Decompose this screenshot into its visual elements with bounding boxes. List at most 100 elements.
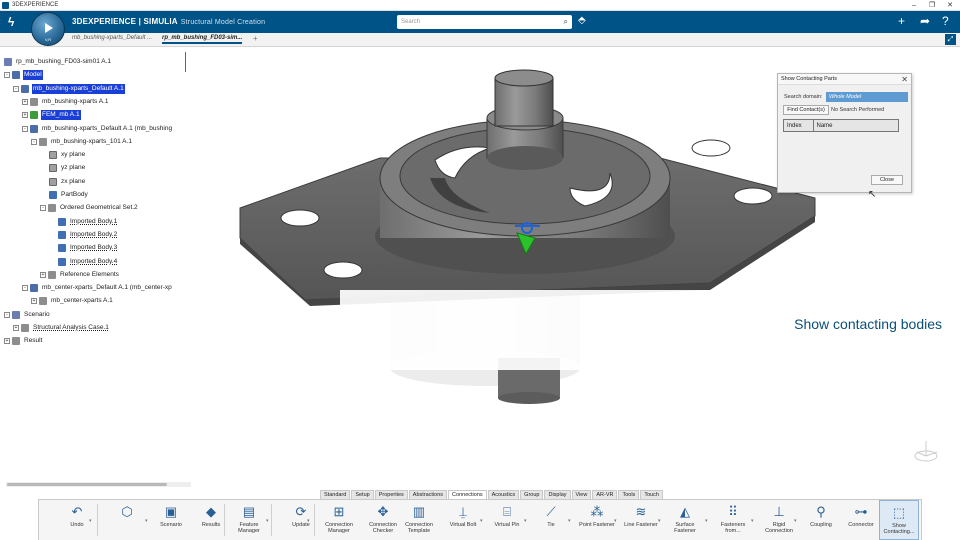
tree-node[interactable]: - Model bbox=[4, 70, 43, 81]
collapse-icon[interactable]: - bbox=[13, 85, 19, 92]
scrollbar-thumb[interactable] bbox=[7, 483, 167, 486]
action-results[interactable]: ◆ Results bbox=[191, 500, 231, 540]
tree-node[interactable]: xy plane bbox=[49, 150, 86, 160]
tree-node[interactable]: - mb_bushing-xparts_Default A.1 (mb_bushi… bbox=[22, 124, 173, 134]
action-line-fastener[interactable]: ≋ Line Fastener bbox=[621, 500, 661, 540]
tree-node[interactable]: - mb_bushing-xparts_Default A.1 bbox=[13, 83, 125, 94]
section-tab-ar-vr[interactable]: AR-VR bbox=[592, 490, 618, 499]
minimize-icon[interactable]: – bbox=[905, 0, 923, 11]
dropdown-arrow-icon[interactable]: ▾ bbox=[568, 518, 571, 524]
dropdown-arrow-icon[interactable]: ▾ bbox=[614, 518, 617, 524]
section-tab-abstractions[interactable]: Abstractions bbox=[408, 490, 448, 499]
section-tab-connections[interactable]: Connections bbox=[448, 490, 487, 499]
section-tab-view[interactable]: View bbox=[571, 490, 592, 499]
close-window-icon[interactable]: ✕ bbox=[941, 0, 959, 11]
tree-node[interactable]: + mb_bushing-xparts A.1 bbox=[22, 97, 109, 107]
dropdown-arrow-icon[interactable]: ▾ bbox=[307, 518, 310, 524]
action-update[interactable]: ⟳ Update bbox=[281, 500, 321, 540]
collapse-icon[interactable]: - bbox=[4, 311, 10, 318]
tree-node[interactable]: Imported Body.3 bbox=[58, 243, 118, 253]
action-connector[interactable]: ⊶ Connector bbox=[841, 500, 881, 540]
action-connection-template[interactable]: ▥ Connection Template bbox=[399, 500, 439, 540]
share-icon[interactable]: ➦ bbox=[920, 14, 930, 28]
tab-rp-mb-bushing[interactable]: rp_mb_bushing_FD03-sim... bbox=[162, 35, 243, 44]
dropdown-arrow-icon[interactable]: ▾ bbox=[524, 518, 527, 524]
tree-node[interactable]: + Structural Analysis Case.1 bbox=[13, 323, 110, 333]
tree-node[interactable]: - Scenario bbox=[4, 310, 51, 320]
tree-horizontal-scrollbar[interactable] bbox=[6, 482, 191, 487]
search-domain-select[interactable]: Whole Model bbox=[826, 92, 908, 102]
tree-node[interactable]: rp_mb_bushing_FD03-sim01 A.1 bbox=[4, 57, 112, 67]
action-coupling[interactable]: ⚲ Coupling bbox=[801, 500, 841, 540]
collapse-icon[interactable]: - bbox=[22, 125, 28, 132]
section-tab-tools[interactable]: Tools bbox=[618, 490, 640, 499]
tab-mb-bushing[interactable]: mb_bushing-xparts_Default ... bbox=[72, 35, 152, 41]
view-compass-icon[interactable] bbox=[912, 438, 940, 466]
dialog-close-icon[interactable]: ✕ bbox=[901, 74, 908, 85]
section-tab-acoustics[interactable]: Acoustics bbox=[487, 490, 520, 499]
tree-node[interactable]: + mb_center-xparts A.1 bbox=[31, 296, 114, 306]
fullscreen-icon[interactable]: ⤢ bbox=[945, 34, 956, 45]
action-model[interactable]: ⬡ bbox=[107, 500, 147, 540]
collapse-icon[interactable]: - bbox=[22, 285, 28, 292]
section-tab-touch[interactable]: Touch bbox=[640, 490, 663, 499]
expand-icon[interactable]: + bbox=[40, 271, 46, 278]
tree-node[interactable]: zx plane bbox=[49, 177, 86, 187]
dropdown-arrow-icon[interactable]: ▾ bbox=[266, 518, 269, 524]
dropdown-arrow-icon[interactable]: ▾ bbox=[480, 518, 483, 524]
section-tab-properties[interactable]: Properties bbox=[374, 490, 408, 499]
search-input[interactable]: Search ⌕ bbox=[397, 15, 572, 29]
expand-icon[interactable]: + bbox=[31, 298, 37, 305]
dropdown-arrow-icon[interactable]: ▾ bbox=[145, 518, 148, 524]
tree-node[interactable]: yz plane bbox=[49, 163, 86, 173]
dropdown-arrow-icon[interactable]: ▾ bbox=[705, 518, 708, 524]
tree-node[interactable]: - mb_bushing-xparts_101 A.1 bbox=[31, 137, 133, 147]
find-contacts-button[interactable]: Find Contact(s) bbox=[783, 105, 829, 115]
section-tab-setup[interactable]: Setup bbox=[351, 490, 374, 499]
results-table[interactable]: Index Name bbox=[783, 119, 899, 132]
help-icon[interactable]: ? bbox=[942, 14, 949, 28]
tree-node[interactable]: PartBody bbox=[49, 190, 89, 200]
expand-icon[interactable]: + bbox=[4, 338, 10, 345]
collapse-icon[interactable]: - bbox=[40, 205, 46, 212]
tree-node[interactable]: + Result bbox=[4, 336, 43, 346]
tree-node[interactable]: + FEM_mb A.1 bbox=[22, 110, 81, 121]
add-tab-icon[interactable]: + bbox=[253, 34, 258, 43]
action-surface-fastener[interactable]: ◭ Surface Fastener bbox=[665, 500, 705, 540]
section-tab-standard[interactable]: Standard bbox=[320, 490, 351, 499]
action-feature-manager[interactable]: ▤ Feature Manager bbox=[229, 500, 269, 540]
add-icon[interactable]: + bbox=[898, 14, 905, 28]
dropdown-arrow-icon[interactable]: ▾ bbox=[794, 518, 797, 524]
tree-splitter[interactable] bbox=[185, 52, 186, 72]
section-tab-display[interactable]: Display bbox=[544, 490, 571, 499]
show-contacting-parts-dialog[interactable]: Show Contacting Parts ✕ Search domain: W… bbox=[777, 73, 912, 193]
tree-node[interactable]: - mb_center-xparts_Default A.1 (mb_center… bbox=[22, 283, 173, 293]
search-icon[interactable]: ⌕ bbox=[564, 17, 568, 27]
dropdown-arrow-icon[interactable]: ▾ bbox=[89, 518, 92, 524]
expand-icon[interactable]: + bbox=[13, 325, 19, 331]
dropdown-arrow-icon[interactable]: ▾ bbox=[658, 518, 661, 524]
close-button[interactable]: Close bbox=[871, 175, 903, 185]
action-scenario[interactable]: ▣ Scenario bbox=[151, 500, 191, 540]
action-fasteners-from[interactable]: ⠿ Fasteners from... bbox=[713, 500, 753, 540]
expand-icon[interactable]: + bbox=[22, 112, 28, 119]
action-rigid-connection[interactable]: ⊥ Rigid Connection bbox=[759, 500, 799, 540]
expand-icon[interactable]: + bbox=[22, 98, 28, 105]
compass-icon[interactable]: V,R bbox=[31, 12, 65, 46]
tree-node[interactable]: Imported Body.1 bbox=[58, 217, 118, 227]
collapse-icon[interactable]: - bbox=[31, 138, 37, 145]
tree-node[interactable]: Imported Body.2 bbox=[58, 230, 118, 240]
tree-node[interactable]: - Ordered Geometrical Set.2 bbox=[40, 203, 139, 213]
dropdown-arrow-icon[interactable]: ▾ bbox=[751, 518, 754, 524]
action-tie[interactable]: ⟋ Tie bbox=[531, 500, 571, 540]
action-virtual-bolt[interactable]: ⍊ Virtual Bolt bbox=[443, 500, 483, 540]
action-show-contacting[interactable]: ⬚ Show Contacting... bbox=[879, 500, 919, 540]
action-connection-checker[interactable]: ✥ Connection Checker bbox=[363, 500, 403, 540]
action-connection-manager[interactable]: ⊞ Connection Manager bbox=[319, 500, 359, 540]
tag-icon[interactable]: ⬘ bbox=[578, 15, 586, 26]
tree-node[interactable]: + Reference Elements bbox=[40, 270, 120, 280]
compass-play-icon[interactable] bbox=[45, 23, 53, 33]
section-tab-group[interactable]: Group bbox=[520, 490, 544, 499]
action-virtual-pin[interactable]: ⌸ Virtual Pin bbox=[487, 500, 527, 540]
action-point-fastener[interactable]: ⁂ Point Fastener bbox=[577, 500, 617, 540]
